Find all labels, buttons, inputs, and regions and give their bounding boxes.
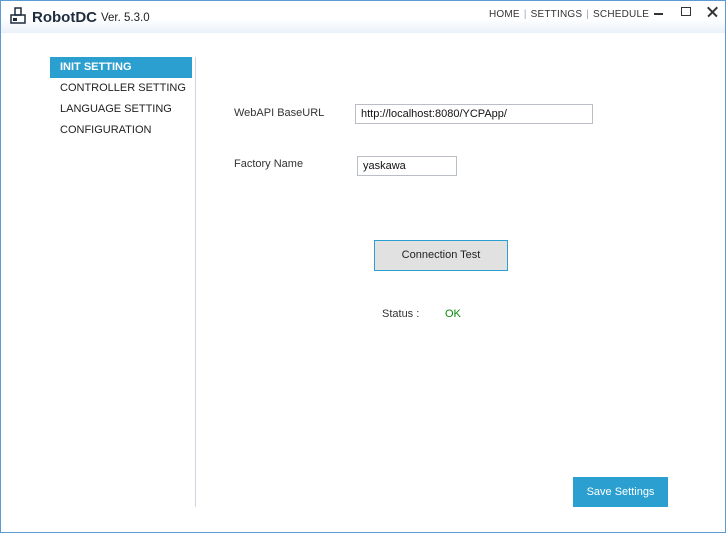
sidebar-item-init-setting[interactable]: INIT SETTING [50,57,192,78]
top-navigation: HOME | SETTINGS | SCHEDULE [489,9,649,20]
app-title: RobotDC [32,9,97,26]
nav-separator: | [586,9,590,20]
factory-name-field[interactable]: yaskawa [357,156,457,176]
sidebar-divider [195,57,196,507]
connection-test-button[interactable]: Connection Test [374,240,508,271]
webapi-url-field[interactable]: http://localhost:8080/YCPApp/ [355,104,593,124]
title-bar: RobotDC Ver. 5.3.0 HOME | SETTINGS | SCHEDUL… [1,1,725,33]
status-value: OK [445,308,461,320]
sidebar-item-language-setting[interactable]: LANGUAGE SETTING [50,99,192,120]
robot-app-icon [10,7,26,24]
factory-name-label: Factory Name [234,158,304,170]
app-version: Ver. 5.3.0 [101,12,150,24]
nav-separator: | [523,9,527,20]
webapi-label: WebAPI BaseURL [234,107,325,119]
minimize-button[interactable] [649,4,671,20]
close-button[interactable] [702,4,724,20]
settings-sidebar: INIT SETTING CONTROLLER SETTING LANGUAGE… [50,57,192,141]
save-settings-button[interactable]: Save Settings [573,477,668,507]
sidebar-item-controller-setting[interactable]: CONTROLLER SETTING [50,78,192,99]
status-label: Status : [382,308,420,320]
nav-home[interactable]: HOME [489,9,520,20]
nav-settings[interactable]: SETTINGS [531,9,583,20]
app-window: RobotDC Ver. 5.3.0 HOME | SETTINGS | SCHEDUL… [0,0,726,533]
nav-schedule[interactable]: SCHEDULE [593,9,649,20]
maximize-button[interactable] [676,4,698,20]
sidebar-item-configuration[interactable]: CONFIGURATION [50,120,192,141]
